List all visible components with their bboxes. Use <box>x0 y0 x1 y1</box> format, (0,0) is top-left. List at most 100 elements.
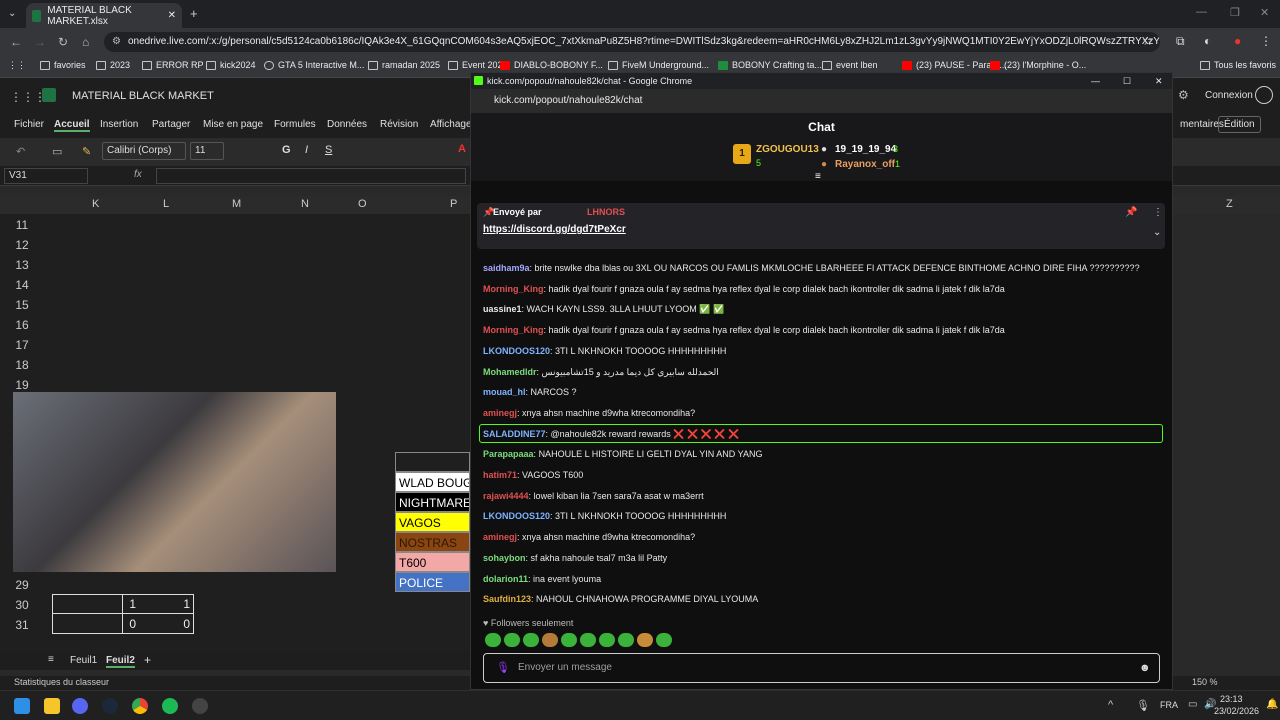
cell-value[interactable]: 1 <box>150 597 190 611</box>
chat-username[interactable]: LKONDOOS120 <box>483 511 550 521</box>
emote-icon[interactable] <box>637 633 653 647</box>
chat-message[interactable]: dolarion11: ina event lyouma <box>483 574 601 584</box>
expand-leaderboard-icon[interactable]: ≡ <box>815 171 821 182</box>
chat-username[interactable]: rajawi4444 <box>483 491 529 501</box>
popup-minimize-icon[interactable]: — <box>1091 73 1100 89</box>
menu-icon[interactable]: ⋮ <box>1260 34 1272 48</box>
minimize-icon[interactable]: — <box>1196 6 1207 18</box>
faction-cell[interactable]: VAGOS <box>395 512 470 532</box>
collapse-pinned-icon[interactable]: ⌄ <box>1153 227 1161 238</box>
emote-icon[interactable] <box>504 633 520 647</box>
italic-icon[interactable]: I <box>305 144 308 156</box>
sheet-tab-feuil1[interactable]: Feuil1 <box>70 655 97 666</box>
chat-message[interactable]: saidham9a: brite nswlke dba lblas ou 3XL… <box>483 263 1140 273</box>
bookmark-0[interactable]: favories <box>40 60 86 70</box>
pinned-menu-icon[interactable]: ⋮ <box>1153 207 1163 218</box>
close-window-icon[interactable]: ✕ <box>1260 6 1269 19</box>
tab-mise-en-page[interactable]: Mise en page <box>203 119 263 130</box>
bookmark-star-icon[interactable]: ☆ <box>1142 34 1153 48</box>
blank-cell[interactable] <box>395 452 470 472</box>
faction-cell[interactable]: NIGHTMARE <box>395 492 470 512</box>
chat-message[interactable]: Saufdin123: NAHOUL CHNAHOWA PROGRAMME DI… <box>483 594 758 604</box>
chat-message[interactable]: LKONDOOS120: 3TI L NKHNOKH TOOOOG HHHHHH… <box>483 346 726 356</box>
all-bookmarks[interactable]: Tous les favoris <box>1200 60 1276 70</box>
emote-icon[interactable] <box>580 633 596 647</box>
bookmark-1[interactable]: 2023 <box>96 60 130 70</box>
row-header[interactable]: 29 <box>0 578 44 592</box>
zoom-level[interactable]: 150 % <box>1192 677 1218 687</box>
bold-icon[interactable]: G <box>282 144 291 156</box>
account-icon[interactable] <box>1255 86 1273 104</box>
input-language[interactable]: FRA <box>1160 700 1178 710</box>
underline-icon[interactable]: S <box>325 144 332 156</box>
maximize-icon[interactable]: ❐ <box>1230 6 1240 19</box>
row-header[interactable]: 19 <box>0 378 44 392</box>
chat-username[interactable]: saidham9a <box>483 263 530 273</box>
bookmark-12[interactable]: (23) l'Morphine - O... <box>990 60 1086 70</box>
chat-username[interactable]: sohaybon <box>483 553 526 563</box>
cell-value[interactable]: 0 <box>150 617 190 631</box>
chat-message[interactable]: aminegj: xnya ahsn machine d9wha ktrecom… <box>483 532 695 542</box>
tab-formules[interactable]: Formules <box>274 119 316 130</box>
chat-message[interactable]: rajawi4444: lowel kiban lia 7sen sara7a … <box>483 491 704 501</box>
faction-cell[interactable]: T600 <box>395 552 470 572</box>
paste-icon[interactable]: ▭ <box>52 145 62 158</box>
chat-message[interactable]: SALADDINE77: @nahoule82k reward rewards … <box>483 429 739 440</box>
sign-in-link[interactable]: Connexion <box>1205 90 1253 101</box>
tab-revision[interactable]: Révision <box>380 119 418 130</box>
tab-search-icon[interactable]: ⌄ <box>8 8 16 19</box>
mic-tray-icon[interactable]: 🎙 <box>1136 699 1150 712</box>
row-header[interactable]: 15 <box>0 298 44 312</box>
chat-username[interactable]: SALADDINE77 <box>483 429 546 439</box>
chat-username[interactable]: aminegj <box>483 532 517 542</box>
col-header[interactable]: M <box>232 198 241 210</box>
home-icon[interactable]: ⌂ <box>82 35 89 49</box>
microphone-icon[interactable]: 🎙 <box>496 654 510 682</box>
emote-icon[interactable] <box>656 633 672 647</box>
sheet-tab-feuil2[interactable]: Feuil2 <box>106 655 135 668</box>
chat-username[interactable]: hatim71 <box>483 470 517 480</box>
bookmark-3[interactable]: kick2024 <box>206 60 256 70</box>
clock-date[interactable]: 23/02/2026 <box>1214 706 1259 716</box>
bookmark-8[interactable]: FiveM Underground... <box>608 60 709 70</box>
forward-icon[interactable]: → <box>34 35 46 49</box>
col-header[interactable]: P <box>450 198 457 210</box>
notifications-icon[interactable]: 🔔 <box>1266 699 1278 710</box>
row-header[interactable]: 13 <box>0 258 44 272</box>
tab-insertion[interactable]: Insertion <box>100 119 138 130</box>
row-header[interactable]: 30 <box>0 598 44 612</box>
browser-tab[interactable]: MATERIAL BLACK MARKET.xlsx ✕ <box>26 3 182 28</box>
bookmark-2[interactable]: ERROR RP <box>142 60 204 70</box>
settings-icon[interactable]: ⚙ <box>1178 88 1189 102</box>
leader-name[interactable]: Rayanox_off <box>835 159 895 170</box>
chat-username[interactable]: Parapapaaa <box>483 449 534 459</box>
faction-cell[interactable]: WLAD BOUG <box>395 472 470 492</box>
bookmark-4[interactable]: GTA 5 Interactive M... <box>264 60 364 70</box>
chat-username[interactable]: Morning_King <box>483 325 544 335</box>
chrome-icon[interactable] <box>132 698 148 714</box>
sheet-grid[interactable]: 11 12 13 14 15 16 17 18 19 29 30 31 WLAD… <box>0 214 470 654</box>
chat-message[interactable]: Morning_King: hadik dyal fourir f gnaza … <box>483 284 1005 294</box>
faction-cell[interactable]: NOSTRAS <box>395 532 470 552</box>
bookmark-10[interactable]: event lben <box>822 60 878 70</box>
popup-url[interactable]: kick.com/popout/nahoule82k/chat <box>494 95 642 106</box>
row-header[interactable]: 18 <box>0 358 44 372</box>
bookmark-9[interactable]: BOBONY Crafting ta... <box>718 60 822 70</box>
font-name-select[interactable]: Calibri (Corps) <box>102 142 186 160</box>
chat-username[interactable]: uassine1 <box>483 304 522 314</box>
cell-value[interactable]: 0 <box>96 617 136 631</box>
col-header[interactable]: L <box>163 198 169 210</box>
emoji-picker-icon[interactable]: ☻ <box>1139 654 1151 682</box>
chat-message[interactable]: LKONDOOS120: 3TI L NKHNOKH TOOOOG HHHHHH… <box>483 511 726 521</box>
chat-message[interactable]: mouad_hl: NARCOS ? <box>483 387 577 397</box>
pinned-link[interactable]: https://discord.gg/dgd7tPeXcr <box>483 224 626 235</box>
name-box[interactable]: V31 <box>4 168 88 184</box>
reload-icon[interactable]: ↻ <box>58 35 68 49</box>
tab-close-icon[interactable]: ✕ <box>168 10 176 21</box>
bookmark-6[interactable]: Event 2026 <box>448 60 508 70</box>
unpin-icon[interactable]: 📌 <box>1125 207 1137 218</box>
chat-username[interactable]: LKONDOOS120 <box>483 346 550 356</box>
document-title[interactable]: MATERIAL BLACK MARKET <box>72 90 214 102</box>
emote-icon[interactable] <box>561 633 577 647</box>
bookmark-7[interactable]: DIABLO-BOBONY F... <box>500 60 603 70</box>
